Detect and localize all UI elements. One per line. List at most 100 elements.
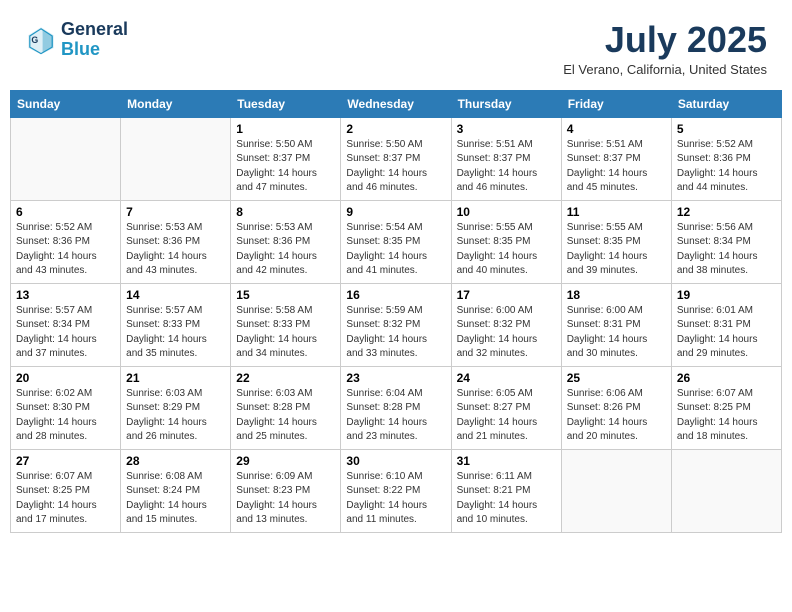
calendar-cell	[11, 117, 121, 200]
day-info: Sunrise: 5:54 AM Sunset: 8:35 PM Dayligh…	[346, 221, 445, 279]
day-number: 14	[126, 288, 225, 302]
day-number: 6	[16, 205, 115, 219]
day-number: 27	[16, 454, 115, 468]
day-info: Sunrise: 5:55 AM Sunset: 8:35 PM Dayligh…	[567, 221, 666, 279]
calendar-cell: 24Sunrise: 6:05 AM Sunset: 8:27 PM Dayli…	[451, 366, 561, 449]
day-number: 21	[126, 371, 225, 385]
day-info: Sunrise: 5:55 AM Sunset: 8:35 PM Dayligh…	[457, 221, 556, 279]
calendar-cell: 9 Sunrise: 5:54 AM Sunset: 8:35 PM Daylig…	[341, 200, 451, 283]
day-info: Sunrise: 6:03 AM Sunset: 8:29 PM Dayligh…	[126, 387, 225, 445]
week-row-4: 20Sunrise: 6:02 AM Sunset: 8:30 PM Dayli…	[11, 366, 782, 449]
calendar-cell: 27Sunrise: 6:07 AM Sunset: 8:25 PM Dayli…	[11, 449, 121, 532]
calendar-cell: 23 Sunrise: 6:04 AM Sunset: 8:28 PM Dayli…	[341, 366, 451, 449]
day-info: Sunrise: 5:52 AM Sunset: 8:36 PM Dayligh…	[16, 221, 115, 279]
day-info: Sunrise: 6:08 AM Sunset: 8:24 PM Dayligh…	[126, 470, 225, 528]
day-number: 13	[16, 288, 115, 302]
calendar-cell	[121, 117, 231, 200]
calendar-cell: 20Sunrise: 6:02 AM Sunset: 8:30 PM Dayli…	[11, 366, 121, 449]
day-info: Sunrise: 5:51 AM Sunset: 8:37 PM Dayligh…	[457, 138, 556, 196]
week-row-5: 27Sunrise: 6:07 AM Sunset: 8:25 PM Dayli…	[11, 449, 782, 532]
calendar-cell: 6 Sunrise: 5:52 AM Sunset: 8:36 PM Daylig…	[11, 200, 121, 283]
day-number: 4	[567, 122, 666, 136]
day-info: Sunrise: 6:04 AM Sunset: 8:28 PM Dayligh…	[346, 387, 445, 445]
calendar-cell: 2 Sunrise: 5:50 AM Sunset: 8:37 PM Daylig…	[341, 117, 451, 200]
month-title: July 2025	[563, 20, 767, 60]
day-info: Sunrise: 6:02 AM Sunset: 8:30 PM Dayligh…	[16, 387, 115, 445]
calendar-cell	[561, 449, 671, 532]
weekday-header-friday: Friday	[561, 90, 671, 117]
day-number: 28	[126, 454, 225, 468]
day-number: 30	[346, 454, 445, 468]
day-number: 22	[236, 371, 335, 385]
day-info: Sunrise: 5:58 AM Sunset: 8:33 PM Dayligh…	[236, 304, 335, 362]
day-number: 26	[677, 371, 776, 385]
calendar-cell: 4 Sunrise: 5:51 AM Sunset: 8:37 PM Daylig…	[561, 117, 671, 200]
logo: G GeneralBlue	[25, 20, 128, 60]
day-number: 15	[236, 288, 335, 302]
day-info: Sunrise: 5:57 AM Sunset: 8:34 PM Dayligh…	[16, 304, 115, 362]
day-number: 16	[346, 288, 445, 302]
calendar-cell: 28 Sunrise: 6:08 AM Sunset: 8:24 PM Dayli…	[121, 449, 231, 532]
calendar-cell: 21 Sunrise: 6:03 AM Sunset: 8:29 PM Dayli…	[121, 366, 231, 449]
day-info: Sunrise: 5:53 AM Sunset: 8:36 PM Dayligh…	[236, 221, 335, 279]
day-number: 5	[677, 122, 776, 136]
day-info: Sunrise: 5:56 AM Sunset: 8:34 PM Dayligh…	[677, 221, 776, 279]
logo-text: GeneralBlue	[61, 20, 128, 60]
day-info: Sunrise: 6:03 AM Sunset: 8:28 PM Dayligh…	[236, 387, 335, 445]
weekday-header-thursday: Thursday	[451, 90, 561, 117]
calendar-cell: 3Sunrise: 5:51 AM Sunset: 8:37 PM Daylig…	[451, 117, 561, 200]
day-info: Sunrise: 6:00 AM Sunset: 8:32 PM Dayligh…	[457, 304, 556, 362]
day-info: Sunrise: 6:11 AM Sunset: 8:21 PM Dayligh…	[457, 470, 556, 528]
day-number: 9	[346, 205, 445, 219]
day-number: 8	[236, 205, 335, 219]
calendar-cell: 18 Sunrise: 6:00 AM Sunset: 8:31 PM Dayli…	[561, 283, 671, 366]
day-info: Sunrise: 5:52 AM Sunset: 8:36 PM Dayligh…	[677, 138, 776, 196]
week-row-3: 13 Sunrise: 5:57 AM Sunset: 8:34 PM Dayli…	[11, 283, 782, 366]
calendar: SundayMondayTuesdayWednesdayThursdayFrid…	[10, 90, 782, 533]
day-number: 7	[126, 205, 225, 219]
weekday-header-row: SundayMondayTuesdayWednesdayThursdayFrid…	[11, 90, 782, 117]
weekday-header-saturday: Saturday	[671, 90, 781, 117]
day-number: 25	[567, 371, 666, 385]
day-info: Sunrise: 6:10 AM Sunset: 8:22 PM Dayligh…	[346, 470, 445, 528]
day-number: 19	[677, 288, 776, 302]
calendar-cell: 12 Sunrise: 5:56 AM Sunset: 8:34 PM Dayli…	[671, 200, 781, 283]
day-info: Sunrise: 5:57 AM Sunset: 8:33 PM Dayligh…	[126, 304, 225, 362]
day-info: Sunrise: 6:09 AM Sunset: 8:23 PM Dayligh…	[236, 470, 335, 528]
day-info: Sunrise: 6:00 AM Sunset: 8:31 PM Dayligh…	[567, 304, 666, 362]
week-row-1: 1 Sunrise: 5:50 AM Sunset: 8:37 PM Daylig…	[11, 117, 782, 200]
weekday-header-monday: Monday	[121, 90, 231, 117]
day-info: Sunrise: 5:50 AM Sunset: 8:37 PM Dayligh…	[346, 138, 445, 196]
page-header: G GeneralBlue July 2025 El Verano, Calif…	[10, 10, 782, 82]
day-number: 11	[567, 205, 666, 219]
day-info: Sunrise: 5:51 AM Sunset: 8:37 PM Dayligh…	[567, 138, 666, 196]
calendar-cell: 7Sunrise: 5:53 AM Sunset: 8:36 PM Daylig…	[121, 200, 231, 283]
calendar-cell: 29Sunrise: 6:09 AM Sunset: 8:23 PM Dayli…	[231, 449, 341, 532]
day-number: 23	[346, 371, 445, 385]
day-number: 18	[567, 288, 666, 302]
calendar-cell: 25 Sunrise: 6:06 AM Sunset: 8:26 PM Dayli…	[561, 366, 671, 449]
day-number: 12	[677, 205, 776, 219]
calendar-cell: 10Sunrise: 5:55 AM Sunset: 8:35 PM Dayli…	[451, 200, 561, 283]
calendar-cell: 30 Sunrise: 6:10 AM Sunset: 8:22 PM Dayli…	[341, 449, 451, 532]
day-info: Sunrise: 5:50 AM Sunset: 8:37 PM Dayligh…	[236, 138, 335, 196]
day-number: 2	[346, 122, 445, 136]
day-info: Sunrise: 6:01 AM Sunset: 8:31 PM Dayligh…	[677, 304, 776, 362]
weekday-header-sunday: Sunday	[11, 90, 121, 117]
day-number: 1	[236, 122, 335, 136]
calendar-cell: 8 Sunrise: 5:53 AM Sunset: 8:36 PM Daylig…	[231, 200, 341, 283]
calendar-cell: 14 Sunrise: 5:57 AM Sunset: 8:33 PM Dayli…	[121, 283, 231, 366]
week-row-2: 6 Sunrise: 5:52 AM Sunset: 8:36 PM Daylig…	[11, 200, 782, 283]
calendar-cell: 19 Sunrise: 6:01 AM Sunset: 8:31 PM Dayli…	[671, 283, 781, 366]
weekday-header-wednesday: Wednesday	[341, 90, 451, 117]
day-info: Sunrise: 6:06 AM Sunset: 8:26 PM Dayligh…	[567, 387, 666, 445]
location: El Verano, California, United States	[563, 62, 767, 77]
calendar-cell: 26 Sunrise: 6:07 AM Sunset: 8:25 PM Dayli…	[671, 366, 781, 449]
day-info: Sunrise: 6:05 AM Sunset: 8:27 PM Dayligh…	[457, 387, 556, 445]
day-number: 17	[457, 288, 556, 302]
calendar-cell	[671, 449, 781, 532]
title-block: July 2025 El Verano, California, United …	[563, 20, 767, 77]
calendar-cell: 11 Sunrise: 5:55 AM Sunset: 8:35 PM Dayli…	[561, 200, 671, 283]
day-info: Sunrise: 6:07 AM Sunset: 8:25 PM Dayligh…	[677, 387, 776, 445]
day-number: 31	[457, 454, 556, 468]
